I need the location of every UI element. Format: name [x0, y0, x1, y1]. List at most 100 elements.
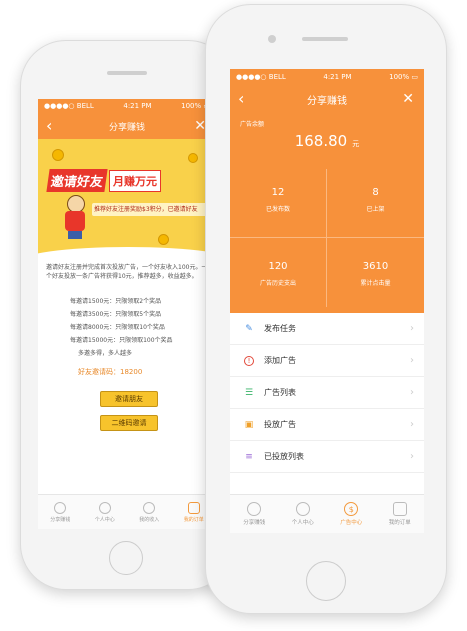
tab-label: 分享赚钱 [50, 516, 71, 523]
chevron-right-icon: › [410, 387, 414, 398]
tab-share[interactable]: 分享赚钱 [38, 495, 83, 529]
right-nav-bar: ‹ 分享赚钱 ✕ [230, 85, 424, 113]
person-icon [98, 501, 111, 514]
stat-label: 已发布数 [265, 206, 290, 213]
coin-decor [52, 149, 64, 161]
edit-icon: ✎ [245, 323, 253, 334]
battery-text: 100% [389, 73, 410, 81]
tab-label: 个人中心 [94, 516, 115, 523]
menu-item-label: 投放广告 [264, 420, 296, 429]
signal-icon: ●●●●○ [44, 102, 75, 110]
carrier-text: BELL [76, 102, 94, 110]
chevron-right-icon: › [410, 419, 414, 430]
banner-headline: 邀请好友 月赚万元 [46, 169, 162, 192]
close-icon[interactable]: ✕ [402, 92, 414, 106]
left-nav-title: 分享赚钱 [108, 122, 145, 133]
invite-banner: 邀请好友 月赚万元 推荐好友注册奖励$3积分，已邀请好友 [38, 139, 216, 259]
banner-headline-b: 月赚万元 [109, 169, 162, 192]
stat-label: 累计点击量 [360, 280, 391, 287]
battery-icon: ▭ [411, 73, 418, 81]
chevron-right-icon: › [410, 323, 414, 334]
left-tab-bar: 分享赚钱 个人中心 我的收入 我的订单 [38, 494, 216, 529]
rule-line: 多邀多得，多人越多 [78, 350, 133, 357]
invite-friend-button[interactable]: 邀请朋友 [100, 391, 158, 407]
bag-icon [187, 501, 200, 514]
share-icon [54, 501, 67, 514]
carrier-text: BELL [268, 73, 286, 81]
tab-label: 我的订单 [183, 516, 204, 523]
banner-wave [38, 247, 216, 259]
person-icon [295, 502, 310, 516]
balance-value: 168.80 [294, 132, 348, 150]
intro-text: 邀请好友注册并完成首次投放广告，一个好友收入100元。一个好友投放一条广告将获得… [46, 264, 208, 280]
tab-income[interactable]: 我的收入 [127, 495, 172, 529]
rule-line: 每邀请3500元：只限领取5个奖品 [70, 311, 162, 318]
rule-line: 每邀请8000元：只限领取10个奖品 [70, 324, 165, 331]
right-phone-camera [268, 35, 276, 43]
invite-total-label: 好友邀请码 [78, 368, 113, 376]
stat-spend: 120 广告历史支出 [230, 261, 326, 287]
menu-item-label: 发布任务 [264, 324, 296, 333]
tab-label: 我的订单 [388, 520, 411, 526]
menu-item-placed-list[interactable]: ≡ 已投放列表 › [230, 441, 424, 473]
menu-item-ad-list[interactable]: ☰ 广告列表 › [230, 377, 424, 409]
menu-item-label: 添加广告 [264, 356, 296, 365]
coin-decor [188, 153, 198, 163]
balance-unit: 元 [352, 140, 360, 148]
balance-amount: 168.80 元 [230, 131, 424, 150]
left-phone-home-button[interactable] [109, 541, 143, 575]
qr-invite-button[interactable]: 二维码邀请 [100, 415, 158, 431]
clock-text: 4:21 PM [323, 73, 352, 81]
stat-published: 12 已发布数 [230, 187, 326, 213]
left-nav-bar: ‹ 分享赚钱 ✕ [38, 113, 216, 139]
right-screen: ●●●●○ BELL 4:21 PM 100% ▭ ‹ 分享赚钱 ✕ 广告余额 … [230, 69, 424, 533]
invite-total: 好友邀请码：18200 [78, 368, 143, 376]
balance-panel: 广告余额 168.80 元 [230, 113, 424, 163]
back-arrow-icon[interactable]: ‹ [238, 91, 244, 107]
battery-text: 100% [181, 102, 202, 110]
stat-value: 120 [268, 261, 288, 272]
stat-value: 3610 [362, 261, 389, 272]
menu-item-publish-task[interactable]: ✎ 发布任务 › [230, 313, 424, 345]
stats-grid: 12 已发布数 8 已上架 120 广告历史支出 3610 累计点击量 [230, 163, 424, 313]
chevron-right-icon: › [410, 355, 414, 366]
left-phone-speaker [107, 71, 147, 75]
banner-headline-a: 邀请好友 [46, 169, 108, 192]
left-screen: ●●●●○ BELL 4:21 PM 100% ▭ ‹ 分享赚钱 ✕ 邀请好友 … [38, 99, 216, 529]
stat-value: 12 [271, 187, 285, 198]
tab-personal[interactable]: 个人中心 [279, 495, 328, 533]
tab-label: 分享赚钱 [243, 520, 266, 526]
right-tab-bar: 分享赚钱 个人中心 $ 广告中心 我的订单 [230, 494, 424, 533]
menu-item-label: 广告列表 [264, 388, 296, 397]
left-phone: ●●●●○ BELL 4:21 PM 100% ▭ ‹ 分享赚钱 ✕ 邀请好友 … [20, 40, 234, 590]
megaphone-icon: ▣ [244, 419, 254, 430]
stat-clicks: 3610 累计点击量 [327, 261, 424, 287]
right-status-bar: ●●●●○ BELL 4:21 PM 100% ▭ [230, 69, 424, 85]
stat-label: 广告历史支出 [259, 280, 296, 287]
stat-label: 已上架 [366, 206, 385, 213]
bag-icon [392, 502, 407, 516]
chevron-right-icon: › [410, 451, 414, 462]
rules-list: 每邀请1500元：只限领取2个奖品 每邀请3500元：只限领取5个奖品 每邀请8… [70, 295, 210, 360]
menu-item-label: 已投放列表 [264, 452, 304, 461]
dollar-icon: $ [344, 502, 359, 516]
menu-item-add-ad[interactable]: ! 添加广告 › [230, 345, 424, 377]
stats-divider-h [230, 237, 424, 238]
right-phone: ●●●●○ BELL 4:21 PM 100% ▭ ‹ 分享赚钱 ✕ 广告余额 … [205, 4, 447, 614]
menu-item-place-ad[interactable]: ▣ 投放广告 › [230, 409, 424, 441]
tab-personal[interactable]: 个人中心 [83, 495, 128, 529]
tab-label: 个人中心 [291, 520, 314, 526]
money-icon [143, 501, 156, 514]
tab-ad-center[interactable]: $ 广告中心 [327, 495, 376, 533]
tab-orders[interactable]: 我的订单 [376, 495, 425, 533]
right-nav-title: 分享赚钱 [307, 95, 347, 107]
back-arrow-icon[interactable]: ‹ [46, 118, 52, 134]
rule-line: 每邀请15000元：只限领取100个奖品 [70, 337, 173, 344]
right-phone-home-button[interactable] [306, 561, 346, 601]
tab-share[interactable]: 分享赚钱 [230, 495, 279, 533]
alert-icon: ! [244, 355, 254, 366]
tab-label: 广告中心 [340, 520, 363, 526]
rule-line: 每邀请1500元：只限领取2个奖品 [70, 298, 162, 305]
stat-value: 8 [372, 187, 379, 198]
coin-decor [158, 234, 169, 245]
